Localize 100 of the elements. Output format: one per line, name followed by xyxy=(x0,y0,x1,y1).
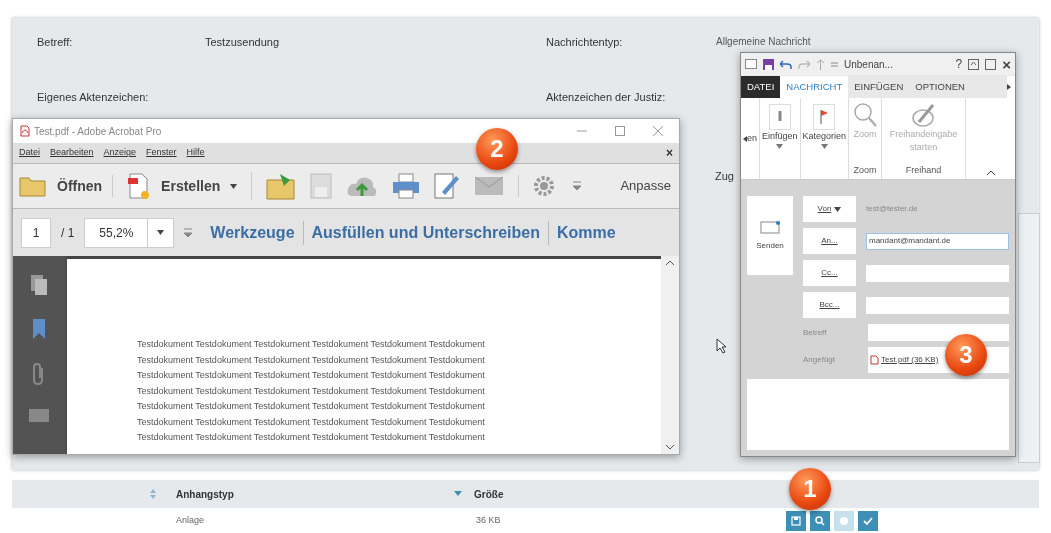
field-label: Nachrichtentyp: xyxy=(546,35,624,50)
menu-item[interactable]: Fenster xyxy=(146,146,177,160)
document-icon xyxy=(127,172,152,200)
menu-item[interactable]: Datei xyxy=(19,146,40,160)
close-menu-button[interactable]: × xyxy=(666,144,673,162)
folder-arrow-icon[interactable] xyxy=(266,172,297,200)
redo-icon[interactable] xyxy=(798,58,810,70)
zoom-dropdown[interactable]: 55,2% xyxy=(84,217,175,248)
file-tab[interactable]: DATEI xyxy=(741,76,781,98)
close-icon[interactable] xyxy=(653,126,663,136)
ribbon-button[interactable]: en xyxy=(747,131,757,146)
sort-icon xyxy=(150,489,156,499)
ribbon-button[interactable]: Einfügen xyxy=(760,98,801,179)
subject-field[interactable] xyxy=(868,324,1009,341)
field-value: Testzusendung xyxy=(205,35,280,50)
attachment-link[interactable]: Test.pdf (36 KB) xyxy=(881,354,939,366)
menu-item[interactable]: Anzeige xyxy=(103,146,137,160)
collapse-icon[interactable] xyxy=(986,170,995,175)
ribbon-tab[interactable]: EINFÜGEN xyxy=(848,76,910,98)
document-text: Testdokument Testdokument Testdokument Testdokument Testdokument Testdokument xyxy=(137,431,486,444)
scrollbar[interactable] xyxy=(661,256,679,454)
printer-icon[interactable] xyxy=(392,172,421,200)
recipient-field[interactable]: mandant@mandant.de xyxy=(866,232,1009,250)
table-cell-text: Anlage xyxy=(176,513,206,527)
mail-icon[interactable] xyxy=(745,59,757,69)
pages-icon[interactable] xyxy=(30,274,48,296)
document-text: Testdokument Testdokument Testdokument Testdokument Testdokument Testdokument xyxy=(137,415,486,429)
field-label: Aktenzeichen der Justiz: xyxy=(546,89,667,105)
overflow-icon[interactable] xyxy=(573,181,582,191)
document-text: Testdokument Testdokument Testdokument Testdokument Testdokument Testdokument xyxy=(137,353,486,367)
scroll-up-icon[interactable] xyxy=(666,260,674,266)
recipient-field[interactable] xyxy=(866,296,1009,314)
folder-icon xyxy=(19,175,47,197)
scroll-right-icon[interactable] xyxy=(1007,84,1011,90)
from-address: test@tester.de xyxy=(866,203,918,215)
document-text: Testdokument Testdokument Testdokument Testdokument Testdokument Testdokument xyxy=(137,400,486,413)
pen-icon xyxy=(910,102,937,128)
caret-icon xyxy=(157,230,165,235)
mail-icon[interactable] xyxy=(474,176,505,196)
window-title: Unbenan... xyxy=(844,57,893,72)
send-button[interactable]: Senden xyxy=(747,196,793,275)
customize-button[interactable]: Anpasse xyxy=(620,176,671,196)
action-button[interactable] xyxy=(786,510,806,531)
column-header[interactable]: Größe xyxy=(474,486,504,502)
undo-icon[interactable] xyxy=(780,58,792,70)
close-button[interactable]: × xyxy=(1002,56,1011,72)
edit-document-icon[interactable] xyxy=(434,172,461,200)
action-button[interactable] xyxy=(858,510,878,531)
pdf-icon xyxy=(19,125,31,137)
scroll-down-icon[interactable] xyxy=(666,444,674,450)
circle-icon xyxy=(839,515,849,526)
toolbar-tab[interactable]: Komme xyxy=(548,220,624,245)
field-value: Allgemeine Nachricht xyxy=(716,35,812,49)
create-button[interactable]: Erstellen xyxy=(113,172,253,200)
column-header[interactable]: Anhangstyp xyxy=(176,486,454,502)
recipient-field[interactable] xyxy=(866,264,1009,282)
field-label: Betreff: xyxy=(37,35,74,50)
caret-icon xyxy=(834,206,842,212)
from-button[interactable]: Von xyxy=(803,196,856,222)
maximize-icon[interactable] xyxy=(615,126,625,136)
page-count: / 1 xyxy=(61,224,75,242)
document-text: Testdokument Testdokument Testdokument Testdokument Testdokument Testdokument xyxy=(137,369,486,382)
subject-label: Betreff xyxy=(803,326,828,339)
ribbon-options-icon[interactable] xyxy=(968,58,980,70)
customize-icon[interactable] xyxy=(831,61,838,67)
open-button[interactable]: Öffnen xyxy=(19,175,114,197)
menu-item[interactable]: Bearbeiten xyxy=(50,146,94,160)
ribbon-tab[interactable]: NACHRICHT xyxy=(780,76,849,98)
save-icon xyxy=(791,515,801,526)
toolbar-tab[interactable]: Werkzeuge xyxy=(202,220,303,245)
recipient-button[interactable]: Bcc... xyxy=(803,292,856,318)
maximize-icon[interactable] xyxy=(985,58,997,70)
ribbon-button[interactable]: Kategorien xyxy=(800,98,850,179)
up-arrow-icon[interactable] xyxy=(816,58,825,70)
action-button[interactable] xyxy=(810,510,830,531)
caret-icon xyxy=(820,143,828,149)
save-icon[interactable] xyxy=(763,58,774,70)
caret-icon xyxy=(776,143,784,149)
group-label: Zoom xyxy=(853,163,877,177)
field-label: Eigenes Aktenzeichen: xyxy=(37,89,150,105)
window-title: Test.pdf - Adobe Acrobat Pro xyxy=(34,124,162,139)
page-field[interactable]: 1 xyxy=(21,217,51,248)
group-label: Freihand xyxy=(905,164,942,177)
bookmark-icon[interactable] xyxy=(32,318,46,340)
settings-icon[interactable] xyxy=(533,175,556,197)
mail-icon xyxy=(758,219,782,234)
scroll-left-icon[interactable] xyxy=(743,135,747,142)
recipient-button[interactable]: Cc... xyxy=(803,260,856,286)
overflow-icon[interactable] xyxy=(184,227,193,238)
cursor-icon xyxy=(716,338,728,354)
menu-item[interactable]: Hilfe xyxy=(186,146,205,160)
check-icon xyxy=(863,515,873,526)
caret-icon xyxy=(230,183,238,189)
search-icon xyxy=(815,515,825,526)
ribbon-tab[interactable]: OPTIONEN xyxy=(909,76,971,98)
help-button[interactable]: ? xyxy=(955,55,963,73)
document-text: Testdokument Testdokument Testdokument Testdokument Testdokument Testdokument xyxy=(137,338,486,351)
document-text: Testdokument Testdokument Testdokument Testdokument Testdokument Testdokument xyxy=(137,384,486,398)
recipient-button[interactable]: An... xyxy=(803,228,856,254)
toolbar-tab[interactable]: Ausfüllen und Unterschreiben xyxy=(302,220,548,245)
